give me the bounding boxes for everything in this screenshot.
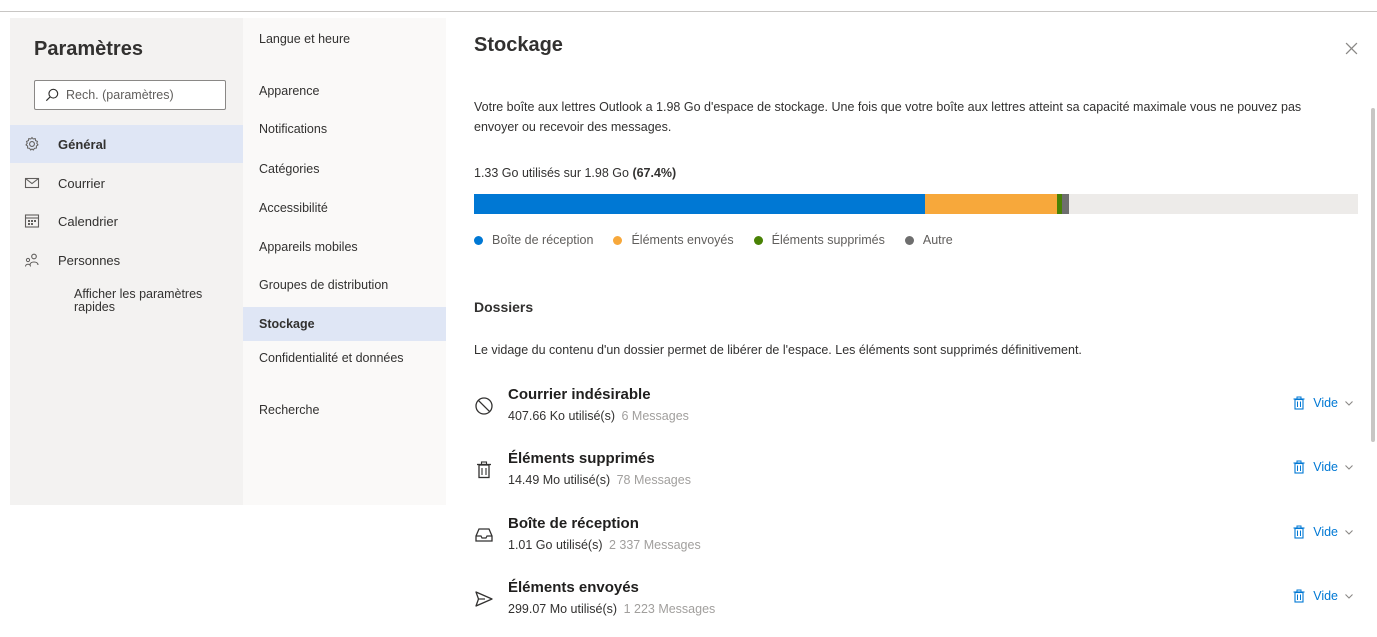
storage-panel: Stockage Votre boîte aux lettres Outlook… [446,18,1377,637]
empty-folder-button[interactable]: Vide [1292,460,1354,474]
trash-icon [1293,525,1305,539]
subnav-item-appearance[interactable]: Apparence [259,85,435,98]
storage-bar-segment [1061,194,1069,214]
folder-count: 78 Messages [616,473,691,487]
empty-button-label: Vide [1313,589,1338,603]
empty-folder-button[interactable]: Vide [1292,525,1354,539]
sidebar-item-calendar[interactable]: Calendrier [10,202,243,240]
sidebar-item-label: Calendrier [58,213,118,229]
settings-search-input[interactable] [66,88,216,102]
settings-sidebar: Paramètres Général Courrier [10,18,243,505]
gear-icon [24,136,40,152]
folder-meta: 14.49 Mo utilisé(s) 78 Messages [508,473,691,487]
chevron-down-icon [1345,465,1353,470]
folder-used: 1.01 Go utilisé(s) [508,538,603,552]
subnav-item-language[interactable]: Langue et heure [259,33,435,46]
sidebar-item-mail[interactable]: Courrier [10,164,243,202]
blocked-icon [474,396,494,416]
top-divider [0,11,1377,12]
legend-label: Boîte de réception [492,233,594,247]
settings-title: Paramètres [34,38,143,60]
folder-row-junk: Courrier indésirable 407.66 Ko utilisé(s… [474,386,1358,432]
empty-button-label: Vide [1313,460,1338,474]
close-button[interactable] [1339,36,1363,60]
sidebar-item-general[interactable]: Général [10,125,243,163]
legend-item: Éléments supprimés [753,233,885,247]
folder-meta: 299.07 Mo utilisé(s) 1 223 Messages [508,602,715,616]
subnav-item-search[interactable]: Recherche [259,404,435,417]
trash-icon [1293,460,1305,474]
subnav-item-privacy[interactable]: Confidentialité et données [259,352,435,365]
mail-icon [24,175,40,191]
folders-section-title: Dossiers [474,299,534,315]
folder-row-deleted: Éléments supprimés 14.49 Mo utilisé(s) 7… [474,450,1358,496]
folder-name: Boîte de réception [508,515,639,532]
page-title: Stockage [474,34,563,56]
chevron-down-icon [1345,530,1353,535]
close-icon [1345,42,1357,54]
legend-item: Boîte de réception [474,233,593,247]
legend-label: Éléments supprimés [771,233,885,247]
quick-settings-link[interactable]: Afficher les paramètres rapides [74,288,224,314]
storage-description: Votre boîte aux lettres Outlook a 1.98 G… [474,100,1302,134]
empty-folder-button[interactable]: Vide [1292,589,1354,603]
legend-label: Éléments envoyés [631,233,734,247]
folder-meta: 407.66 Ko utilisé(s) 6 Messages [508,409,689,423]
people-icon [24,252,40,268]
folder-name: Éléments envoyés [508,579,639,596]
chevron-down-icon [1345,594,1353,599]
calendar-icon [24,213,40,229]
folders-section-description: Le vidage du contenu d'un dossier permet… [474,343,1082,357]
storage-bar-segment [474,194,925,214]
empty-folder-button[interactable]: Vide [1292,396,1354,410]
sidebar-item-label: Courrier [58,175,105,191]
folder-count: 1 223 Messages [623,602,716,616]
storage-legend: Boîte de réception Éléments envoyés Élémen… [474,233,973,247]
folder-meta: 1.01 Go utilisé(s) 2 337 Messages [508,538,701,552]
folder-count: 6 Messages [621,409,689,423]
subnav-item-accessibility[interactable]: Accessibilité [259,202,435,215]
legend-label: Autre [922,233,953,247]
trash-icon [1293,589,1305,603]
subnav-item-distribution-groups[interactable]: Groupes de distribution [259,279,435,292]
legend-item: Autre [904,233,953,247]
chevron-down-icon [1345,401,1353,406]
trash-icon [474,460,494,480]
folder-used: 14.49 Mo utilisé(s) [508,473,611,487]
storage-usage-text: 1.33 Go utilisés sur 1.98 Go (67.4%) [474,166,676,180]
empty-button-label: Vide [1313,396,1338,410]
folder-row-inbox: Boîte de réception 1.01 Go utilisé(s) 2 … [474,515,1358,561]
settings-subnav: Langue et heure Apparence Notifications … [243,18,446,505]
send-icon [474,589,494,609]
subnav-item-categories[interactable]: Catégories [259,163,435,176]
folder-count: 2 337 Messages [608,538,701,552]
folder-used: 407.66 Ko utilisé(s) [508,409,616,423]
legend-dot-icon [613,235,623,245]
storage-bar-segment [924,194,1057,214]
legend-item: Éléments envoyés [613,233,734,247]
subnav-item-notifications[interactable]: Notifications [259,123,435,136]
legend-dot-icon [904,235,914,245]
content-scrollbar[interactable] [1371,108,1375,442]
folder-name: Courrier indésirable [508,386,651,403]
empty-button-label: Vide [1313,525,1338,539]
sidebar-item-label: Général [58,136,107,152]
folder-row-sent: Éléments envoyés 299.07 Mo utilisé(s) 1 … [474,579,1358,625]
subnav-item-storage[interactable]: Stockage [243,307,446,341]
search-icon [45,88,59,102]
trash-icon [1293,396,1305,410]
usage-percent: (67.4%) [632,166,677,180]
usage-amount: 1.33 Go utilisés sur 1.98 Go [474,166,629,180]
sidebar-item-label: Personnes [58,252,121,268]
legend-dot-icon [474,235,483,245]
inbox-icon [474,525,494,545]
storage-usage-bar [474,194,1358,214]
settings-search-box[interactable] [34,80,226,110]
folder-used: 299.07 Mo utilisé(s) [508,602,618,616]
sidebar-item-people[interactable]: Personnes [10,241,243,279]
legend-dot-icon [753,235,763,245]
folder-name: Éléments supprimés [508,450,655,467]
subnav-item-mobile-devices[interactable]: Appareils mobiles [259,241,435,254]
